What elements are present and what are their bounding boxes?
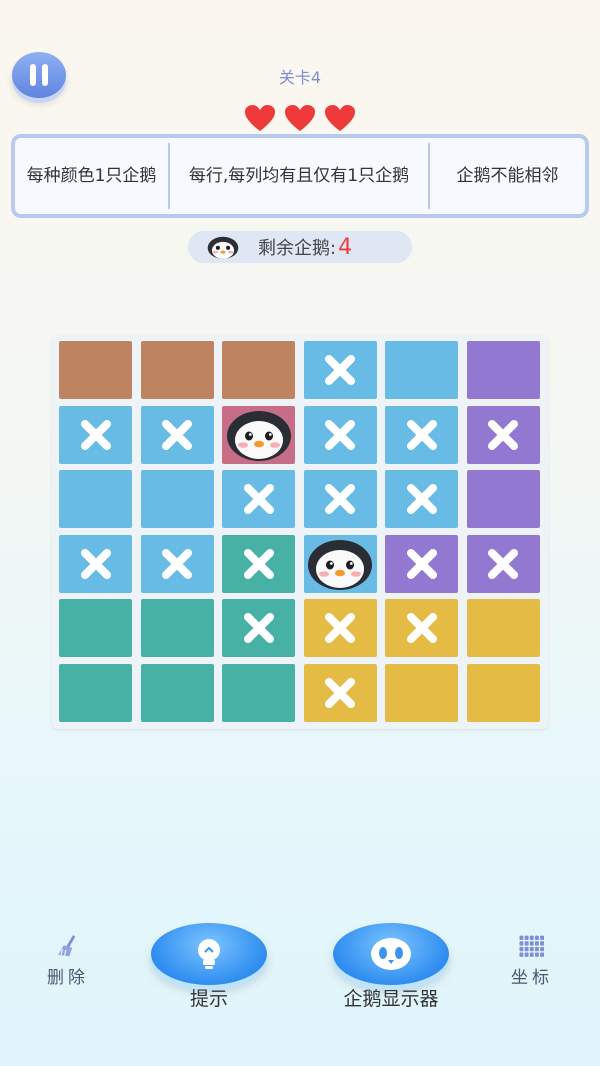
board-cell[interactable] [59,405,132,464]
remaining-penguins-badge: 剩余企鹅: 4 [188,231,412,263]
board-cell[interactable] [385,470,458,528]
board-cell[interactable] [140,663,214,722]
x-mark-icon [325,613,355,643]
board-cell[interactable] [59,341,132,399]
heart-icon [285,105,315,131]
board-cell[interactable] [303,470,377,528]
x-mark-icon [243,548,274,579]
board-cell[interactable] [466,534,540,593]
heart-icon [325,105,355,131]
board-cell[interactable] [140,599,214,657]
rule-one-per-row-col: 每行,每列均有且仅有1只企鹅 [170,143,430,209]
board-cell[interactable] [303,341,377,399]
heart-icon [245,105,275,131]
x-mark-icon [243,484,274,514]
x-mark-icon [406,613,437,643]
board-cell[interactable] [140,534,214,593]
board-cell[interactable] [385,534,458,593]
board-cell[interactable] [59,470,132,528]
x-mark-icon [488,419,518,450]
board-cell[interactable] [59,663,132,722]
grid-icon [519,935,545,957]
delete-label: 删除 [47,968,89,988]
coordinates-button[interactable]: 坐标 [484,934,580,988]
penguin-icon [207,236,239,259]
board-cell[interactable] [222,534,295,593]
board-cell[interactable] [385,405,458,464]
x-mark-icon [325,419,355,450]
x-mark-icon [406,484,437,514]
board-cell[interactable] [140,405,214,464]
coordinates-label: 坐标 [511,968,553,988]
board-cell[interactable] [385,663,458,722]
remaining-count: 4 [338,234,353,260]
board-cell[interactable] [385,599,458,657]
x-mark-icon [325,355,355,385]
board-cell[interactable] [140,470,214,528]
board-cell[interactable] [466,470,540,528]
board-cell[interactable] [385,341,458,399]
penguin-display-label: 企鹅显示器 [343,988,439,1010]
board-cell[interactable] [466,599,540,657]
board-cell[interactable] [222,341,295,399]
rule-one-per-color: 每种颜色1只企鹅 [15,143,170,209]
board-cell[interactable] [303,599,377,657]
x-mark-icon [325,677,355,708]
lives-hearts [0,104,600,132]
delete-button[interactable]: 删除 [20,934,116,988]
remaining-label: 剩余企鹅: [258,238,337,259]
x-mark-icon [80,419,111,450]
rules-panel: 每种颜色1只企鹅 每行,每列均有且仅有1只企鹅 企鹅不能相邻 [11,134,589,218]
board-cell[interactable] [140,341,214,399]
board-cell[interactable] [222,470,295,528]
x-mark-icon [406,419,437,450]
game-board [52,335,548,729]
board-cell[interactable] [303,534,377,593]
penguin-icon [371,938,411,970]
board-cell[interactable] [59,599,132,657]
board-cell[interactable] [466,341,540,399]
board-cell[interactable] [222,599,295,657]
hint-label: 提示 [189,988,228,1010]
x-mark-icon [80,548,111,579]
penguin-display-button[interactable] [333,923,449,985]
x-mark-icon [325,484,355,514]
hint-button[interactable] [151,923,267,985]
x-mark-icon [162,419,192,450]
rule-not-adjacent: 企鹅不能相邻 [456,165,559,186]
board-cell[interactable] [59,534,132,593]
board-cell[interactable] [222,663,295,722]
penguin-icon [226,410,291,461]
x-mark-icon [488,548,518,579]
broom-icon [58,935,75,957]
board-cell[interactable] [303,663,377,722]
board-cell[interactable] [303,405,377,464]
x-mark-icon [406,548,437,579]
level-title: 关卡4 [278,68,322,87]
board-cell[interactable] [222,405,295,464]
board-cell[interactable] [466,663,540,722]
lightbulb-icon [198,939,220,969]
board-cell[interactable] [466,405,540,464]
x-mark-icon [243,613,274,643]
x-mark-icon [162,548,192,579]
penguin-icon [308,539,372,590]
